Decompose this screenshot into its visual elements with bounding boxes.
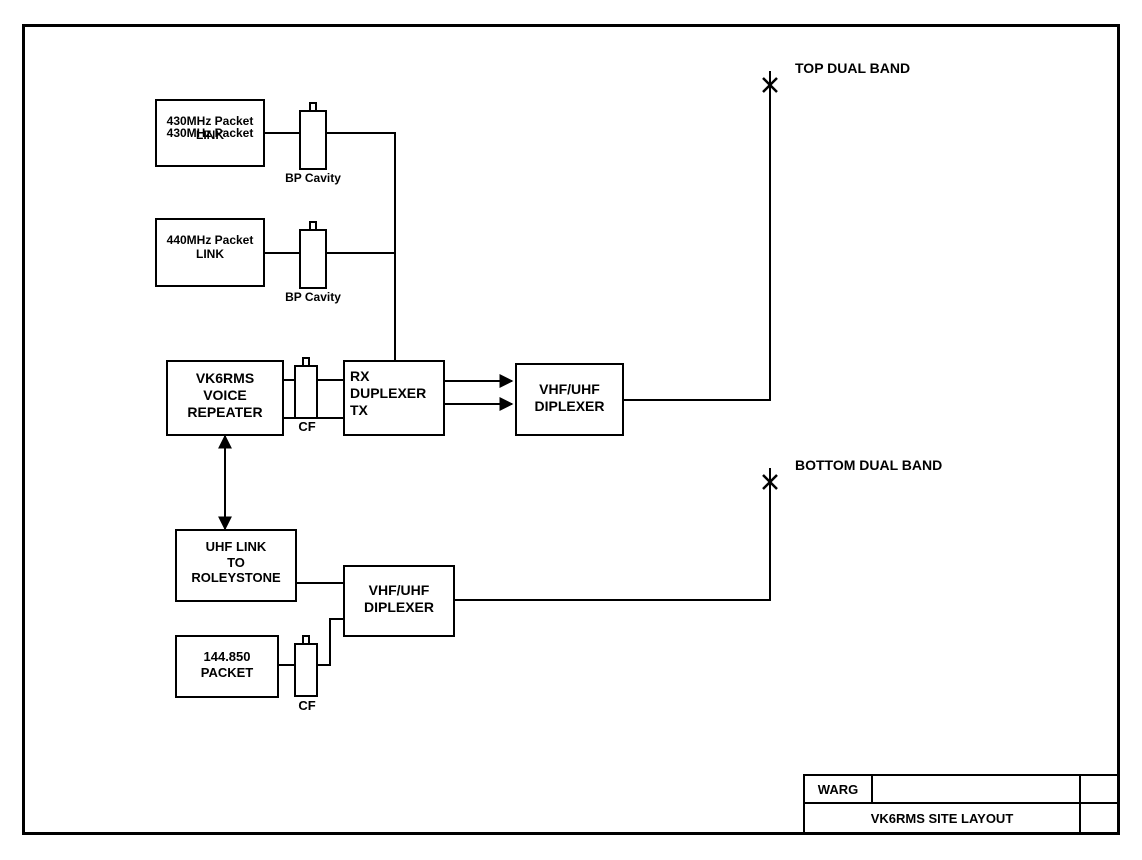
block-diplexer-1-text: VHF/UHF DIPLEXER <box>515 381 624 415</box>
block-voice-repeater-text: VK6RMS VOICE REPEATER <box>166 370 284 420</box>
block-144850-text: 144.850 PACKET <box>175 649 279 680</box>
cf-cavity-2-shape <box>295 636 317 696</box>
label-cf-2: CF <box>296 698 318 714</box>
titleblock-r1c2 <box>871 774 1081 804</box>
block-duplexer-text: RX DUPLEXER TX <box>350 368 445 418</box>
label-cf-1: CF <box>296 419 318 435</box>
cf-cavity-1-shape <box>295 358 317 418</box>
block-uhf-link-text: UHF LINK TO ROLEYSTONE <box>175 539 297 586</box>
block-430mhz-text: 430MHz Packet LINK <box>155 114 265 143</box>
titleblock-org: WARG <box>803 774 873 804</box>
block-diplexer-2-text: VHF/UHF DIPLEXER <box>343 582 455 616</box>
label-top-antenna: TOP DUAL BAND <box>795 60 955 77</box>
bp-cavity-2-shape <box>300 222 326 288</box>
block-440mhz-text: 440MHz Packet LINK <box>155 233 265 262</box>
titleblock-title: VK6RMS SITE LAYOUT <box>803 802 1081 835</box>
label-bp-cavity-2: BP Cavity <box>283 290 343 304</box>
titleblock-r2c2 <box>1079 802 1120 835</box>
titleblock-r1c3 <box>1079 774 1120 804</box>
label-bp-cavity-1: BP Cavity <box>283 171 343 185</box>
label-bottom-antenna: BOTTOM DUAL BAND <box>795 457 995 474</box>
bp-cavity-1-shape <box>300 103 326 169</box>
